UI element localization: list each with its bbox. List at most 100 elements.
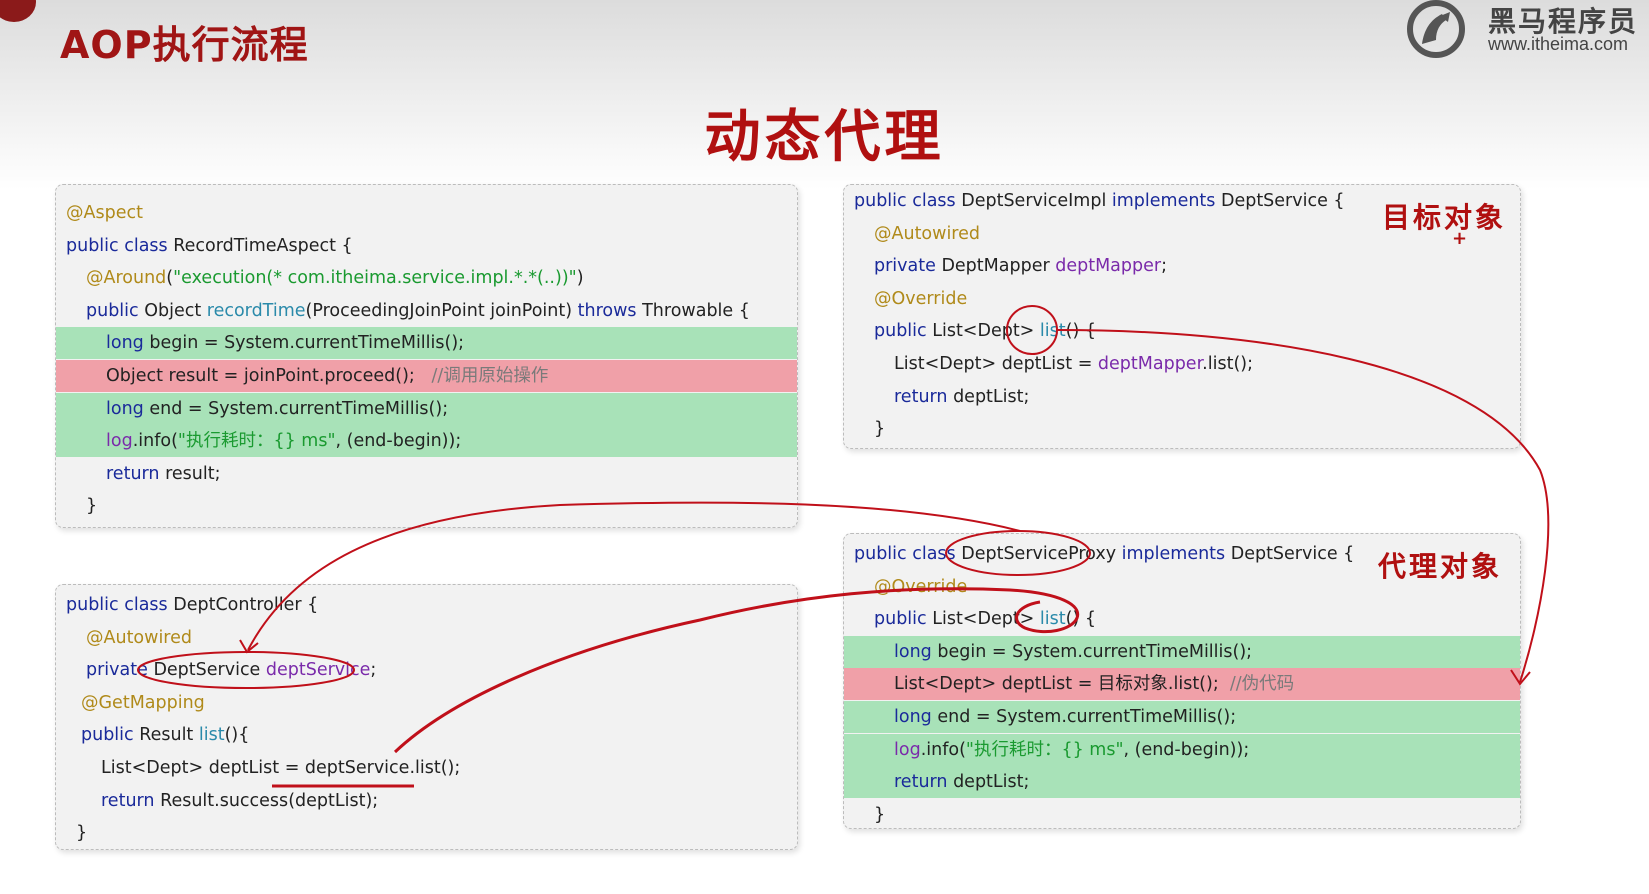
- code-line: }: [844, 413, 1520, 445]
- code-line: public Object recordTime(ProceedingJoinP…: [56, 295, 797, 327]
- code-token: ;: [1161, 256, 1167, 277]
- code-line: @Override: [844, 283, 1520, 315]
- code-token: DeptService {: [1230, 544, 1355, 564]
- code-line: public Result list(){: [56, 719, 797, 751]
- code-token: List<Dept> deptList = deptService.list()…: [101, 758, 461, 778]
- code-line: Object result = joinPoint.proceed(); //调…: [56, 360, 797, 392]
- code-token: DeptService {: [1220, 191, 1345, 211]
- code-token: return: [894, 772, 954, 793]
- code-line: @Aspect: [56, 197, 797, 229]
- code-token: throws: [577, 300, 643, 321]
- code-token: DeptService: [153, 660, 266, 681]
- code-token: public class: [854, 191, 962, 211]
- code-token: private: [874, 256, 942, 277]
- code-token: public class: [66, 595, 174, 615]
- code-token: deptMapper: [1097, 354, 1203, 374]
- code-token: RecordTimeAspect {: [173, 235, 353, 256]
- code-line: public class RecordTimeAspect {: [56, 230, 797, 262]
- code-token: .info(: [920, 739, 966, 760]
- code-line: log.info("执行耗时：{} ms", (end-begin));: [56, 425, 797, 458]
- code-line: }: [844, 799, 1520, 831]
- code-token: List<Dept> deptList = 目标对象.list();: [894, 674, 1230, 695]
- code-token: public: [874, 609, 933, 630]
- code-line: @Autowired: [56, 622, 797, 654]
- code-token: end = System.: [937, 707, 1067, 727]
- code-token: long: [894, 641, 938, 662]
- logo-url: www.itheima.com: [1488, 34, 1629, 54]
- code-token: }: [874, 804, 886, 825]
- code-token: ();: [428, 398, 449, 419]
- code-token: "执行耗时：{} ms": [177, 431, 336, 452]
- code-line: return deptList;: [844, 381, 1520, 413]
- code-token: log: [106, 431, 133, 452]
- code-token: log: [894, 739, 921, 760]
- code-line: return deptList;: [844, 766, 1520, 799]
- aspect-code-panel: @Aspect public class RecordTimeAspect {@A…: [55, 184, 798, 528]
- code-line: return result;: [56, 458, 797, 490]
- code-line: public class DeptController {: [56, 589, 797, 621]
- code-token: Result.: [160, 790, 220, 811]
- code-token: ): [576, 268, 584, 289]
- code-token: @Override: [874, 576, 968, 597]
- code-token: public: [874, 321, 933, 342]
- code-token: @Autowired: [86, 627, 192, 648]
- code-token: , (end-begin));: [1123, 739, 1250, 760]
- plus-mark: +: [1452, 228, 1468, 249]
- code-token: .info(: [132, 431, 178, 452]
- target-object-label: 目标对象: [1382, 201, 1507, 234]
- slide-title: 动态代理: [704, 105, 945, 170]
- code-line: List<Dept> deptList = deptMapper.list();: [844, 348, 1520, 380]
- code-token: }: [86, 496, 98, 517]
- code-token: (){: [224, 725, 250, 746]
- code-token: private: [86, 660, 154, 681]
- code-token: long: [106, 398, 150, 419]
- code-token: }: [874, 419, 886, 440]
- code-line: List<Dept> deptList = 目标对象.list(); //伪代码: [844, 668, 1520, 701]
- code-token: "execution(* com.itheima.service.impl.*.…: [173, 268, 577, 289]
- code-token: return: [101, 790, 161, 811]
- code-token: //伪代码: [1229, 674, 1295, 695]
- horse-logo-icon: [1407, 0, 1465, 58]
- code-token: currentTimeMillis: [1082, 641, 1233, 662]
- code-line: long end = System.currentTimeMillis();: [56, 392, 797, 425]
- code-token: public class: [66, 235, 174, 256]
- code-token: long: [106, 333, 150, 354]
- code-line: public List<Dept> list() {: [844, 603, 1520, 635]
- code-token: list: [198, 725, 225, 746]
- code-token: DeptServiceProxy: [961, 544, 1122, 564]
- code-token: Throwable {: [642, 300, 750, 321]
- code-token: @Autowired: [874, 223, 980, 244]
- code-token: DeptServiceImpl: [961, 191, 1112, 211]
- code-token: DeptController {: [173, 595, 319, 615]
- code-line: private DeptService deptService;: [56, 654, 797, 686]
- code-line: log.info("执行耗时：{} ms", (end-begin));: [844, 733, 1520, 766]
- code-token: public: [86, 300, 145, 321]
- code-line: List<Dept> deptList = deptService.list()…: [56, 752, 797, 784]
- code-token: deptList;: [953, 386, 1030, 407]
- code-token: Result: [139, 725, 199, 746]
- code-token: }: [76, 823, 88, 844]
- code-token: end = System.: [149, 398, 279, 419]
- code-token: "执行耗时：{} ms": [965, 739, 1124, 760]
- code-token: currentTimeMillis: [1066, 707, 1217, 727]
- code-line: long begin = System.currentTimeMillis();: [844, 635, 1520, 668]
- code-token: , (end-begin));: [335, 431, 462, 452]
- code-token: ();: [1232, 641, 1253, 662]
- code-token: () {: [1065, 609, 1096, 630]
- code-token: return: [894, 386, 954, 407]
- code-line: long begin = System.currentTimeMillis();: [56, 327, 797, 360]
- code-token: long: [894, 707, 938, 727]
- code-token: public: [81, 725, 140, 746]
- code-token: () {: [1065, 321, 1096, 342]
- code-token: success: [219, 790, 289, 811]
- code-token: currentTimeMillis: [278, 398, 429, 419]
- code-token: begin = System.: [149, 333, 295, 354]
- code-line: return Result.success(deptList);: [56, 785, 797, 817]
- code-line: @GetMapping: [56, 687, 797, 719]
- code-token: begin = System.: [937, 641, 1083, 662]
- code-token: List<Dept> deptList =: [894, 354, 1098, 374]
- code-token: @Override: [874, 288, 968, 309]
- code-token: deptList;: [953, 772, 1030, 793]
- code-token: @Around: [86, 268, 167, 289]
- code-token: list: [1039, 321, 1066, 342]
